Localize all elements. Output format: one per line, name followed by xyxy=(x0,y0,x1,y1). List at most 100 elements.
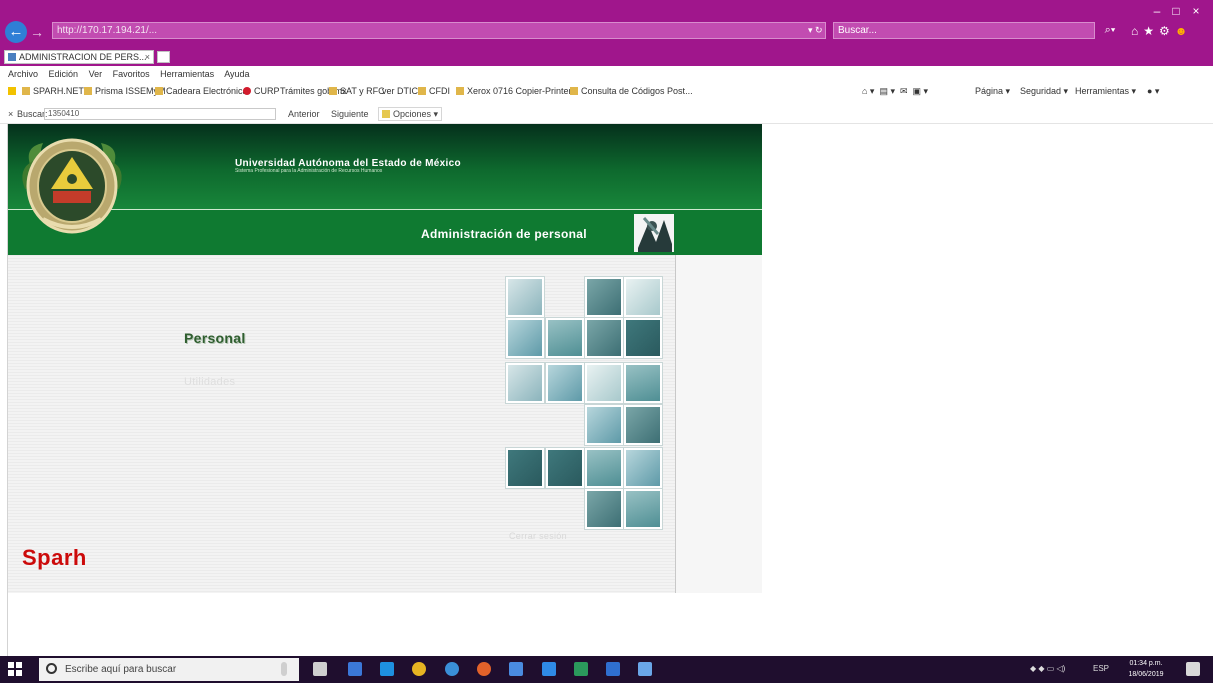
chrome-icon[interactable] xyxy=(412,662,426,676)
find-label: Buscar: xyxy=(17,109,48,119)
tab-close-icon[interactable]: × xyxy=(145,51,150,63)
edge-icon[interactable] xyxy=(380,662,394,676)
minimize-button[interactable]: – xyxy=(1147,4,1167,18)
menu-archivo[interactable]: Archivo xyxy=(8,69,38,79)
fav-prisma[interactable]: Prisma ISSEMyM xyxy=(84,82,166,100)
fav-curp[interactable]: CURP xyxy=(243,82,280,100)
mosaic-tile xyxy=(585,318,623,358)
fav-xerox[interactable]: Xerox 0716 Copier-Printer xyxy=(456,82,572,100)
gear-icon[interactable]: ⚙ xyxy=(1159,24,1175,38)
menu-ayuda[interactable]: Ayuda xyxy=(224,69,249,79)
clock[interactable]: 01:34 p.m. 18/06/2019 xyxy=(1126,658,1166,680)
mosaic-tile xyxy=(506,448,544,488)
find-options-button[interactable]: Opciones ▾ xyxy=(378,107,443,121)
fav-codigos[interactable]: Consulta de Códigos Post... xyxy=(570,82,693,100)
tab-administracion[interactable]: ADMINISTRACION DE PERS... × xyxy=(4,50,154,64)
page-icon xyxy=(456,87,464,95)
find-previous-button[interactable]: Anterior xyxy=(288,105,320,123)
clock-time: 01:34 p.m. xyxy=(1129,660,1163,667)
mosaic-tile xyxy=(624,277,662,317)
word-icon[interactable] xyxy=(606,662,620,676)
mosaic-tile xyxy=(624,318,662,358)
options-icon xyxy=(382,110,390,118)
command-pagina[interactable]: Página ▾ xyxy=(975,82,1010,100)
staff-photo-icon xyxy=(634,214,674,252)
address-bar[interactable]: http://170.17.194.21/... xyxy=(52,22,826,39)
browser-toolbar-icons: ⌂★⚙☻ xyxy=(1131,23,1211,39)
find-next-button[interactable]: Siguiente xyxy=(331,105,369,123)
find-input[interactable]: 1350410 xyxy=(44,108,276,120)
internet-explorer-icon[interactable] xyxy=(542,662,556,676)
fav-sparh[interactable]: SPARH.NET xyxy=(22,82,84,100)
menu-edicion[interactable]: Edición xyxy=(49,69,79,79)
curp-icon xyxy=(243,87,251,95)
address-url: http://170.17.194.21/... xyxy=(57,25,158,36)
command-bar-icons[interactable]: ⌂ ▾ ▤ ▾ ✉ ▣ ▾ xyxy=(862,82,928,100)
university-subtitle: Sistema Profesional para la Administraci… xyxy=(235,168,383,174)
favorites-bar: SPARH.NET Prisma ISSEMyM Cadeara Electró… xyxy=(0,82,1213,100)
mosaic-tile xyxy=(585,448,623,488)
notifications-icon[interactable] xyxy=(1186,662,1200,676)
fav-sat[interactable]: SAT y RFC xyxy=(329,82,385,100)
favorites-star-icon[interactable] xyxy=(8,82,19,100)
page-icon xyxy=(84,87,92,95)
favorites-star-icon[interactable]: ★ xyxy=(1143,24,1159,38)
find-close-icon[interactable]: × xyxy=(8,105,13,123)
mosaic-tile xyxy=(585,363,623,403)
page-icon xyxy=(22,87,30,95)
system-tray-icons[interactable]: ◆ ◆ ▭ ◁) xyxy=(1030,663,1065,675)
new-tab-button[interactable] xyxy=(157,51,170,63)
language-indicator[interactable]: ESP xyxy=(1093,663,1109,675)
page-favicon-icon xyxy=(8,53,16,61)
windows-start-icon[interactable] xyxy=(8,662,23,677)
find-bar: × Buscar: 1350410 Anterior Siguiente Opc… xyxy=(0,104,1213,124)
clock-date: 18/06/2019 xyxy=(1128,671,1164,678)
nav-personal-link[interactable]: Personal xyxy=(184,330,246,346)
cortana-icon xyxy=(46,663,57,674)
menu-ver[interactable]: Ver xyxy=(89,69,103,79)
forward-button[interactable]: → xyxy=(29,23,45,41)
store-icon[interactable] xyxy=(348,662,362,676)
page-icon xyxy=(155,87,163,95)
maximize-button[interactable]: □ xyxy=(1166,4,1186,18)
mosaic-tile xyxy=(506,318,544,358)
app-icon[interactable] xyxy=(638,662,652,676)
search-icon[interactable]: ⌕▾ xyxy=(1097,22,1123,39)
menu-favoritos[interactable]: Favoritos xyxy=(113,69,150,79)
mosaic-tile xyxy=(506,277,544,317)
mosaic-tile xyxy=(624,489,662,529)
browser-title-bar: ← → http://170.17.194.21/... ▾ ↻ Buscar.… xyxy=(0,0,1213,66)
nav-cerrar-sesion-link[interactable]: Cerrar sesión xyxy=(509,531,567,541)
fav-cadeara[interactable]: Cadeara Electrónica xyxy=(155,82,248,100)
page-icon xyxy=(418,87,426,95)
mosaic-tile xyxy=(585,277,623,317)
task-view-icon[interactable] xyxy=(313,662,327,676)
command-seguridad[interactable]: Seguridad ▾ xyxy=(1020,82,1068,100)
mosaic-tile xyxy=(546,448,584,488)
sparh-logo: Sparh xyxy=(22,545,87,570)
fav-cfdi[interactable]: CFDI xyxy=(418,82,450,100)
microphone-icon[interactable] xyxy=(281,662,287,676)
mosaic-tile xyxy=(546,318,584,358)
tab-strip: ADMINISTRACION DE PERS... × xyxy=(0,48,1213,66)
mosaic-tile xyxy=(585,405,623,445)
menu-herramientas[interactable]: Herramientas xyxy=(160,69,214,79)
page-icon xyxy=(570,87,578,95)
feedback-icon[interactable]: ☻ xyxy=(1175,24,1193,38)
address-refresh-icon[interactable]: ▾ ↻ xyxy=(808,23,834,38)
close-button[interactable]: × xyxy=(1186,4,1206,18)
nav-utilidades-link[interactable]: Utilidades xyxy=(184,376,235,388)
content-side-panel xyxy=(676,255,762,593)
mail-icon[interactable] xyxy=(509,662,523,676)
app-icon[interactable] xyxy=(574,662,588,676)
command-herramientas[interactable]: Herramientas ▾ xyxy=(1075,82,1136,100)
taskbar-search-input[interactable]: Escribe aquí para buscar xyxy=(39,658,299,681)
app-icon[interactable] xyxy=(445,662,459,676)
back-button[interactable]: ← xyxy=(5,21,27,43)
firefox-icon[interactable] xyxy=(477,662,491,676)
browser-search-input[interactable]: Buscar... xyxy=(833,22,1095,39)
fav-dtic[interactable]: ver DTIC xyxy=(382,82,418,100)
help-icon[interactable]: ● ▾ xyxy=(1147,82,1159,100)
windows-taskbar: Escribe aquí para buscar ◆ ◆ ▭ ◁) ESP 01… xyxy=(0,656,1213,683)
home-icon[interactable]: ⌂ xyxy=(1131,24,1143,38)
